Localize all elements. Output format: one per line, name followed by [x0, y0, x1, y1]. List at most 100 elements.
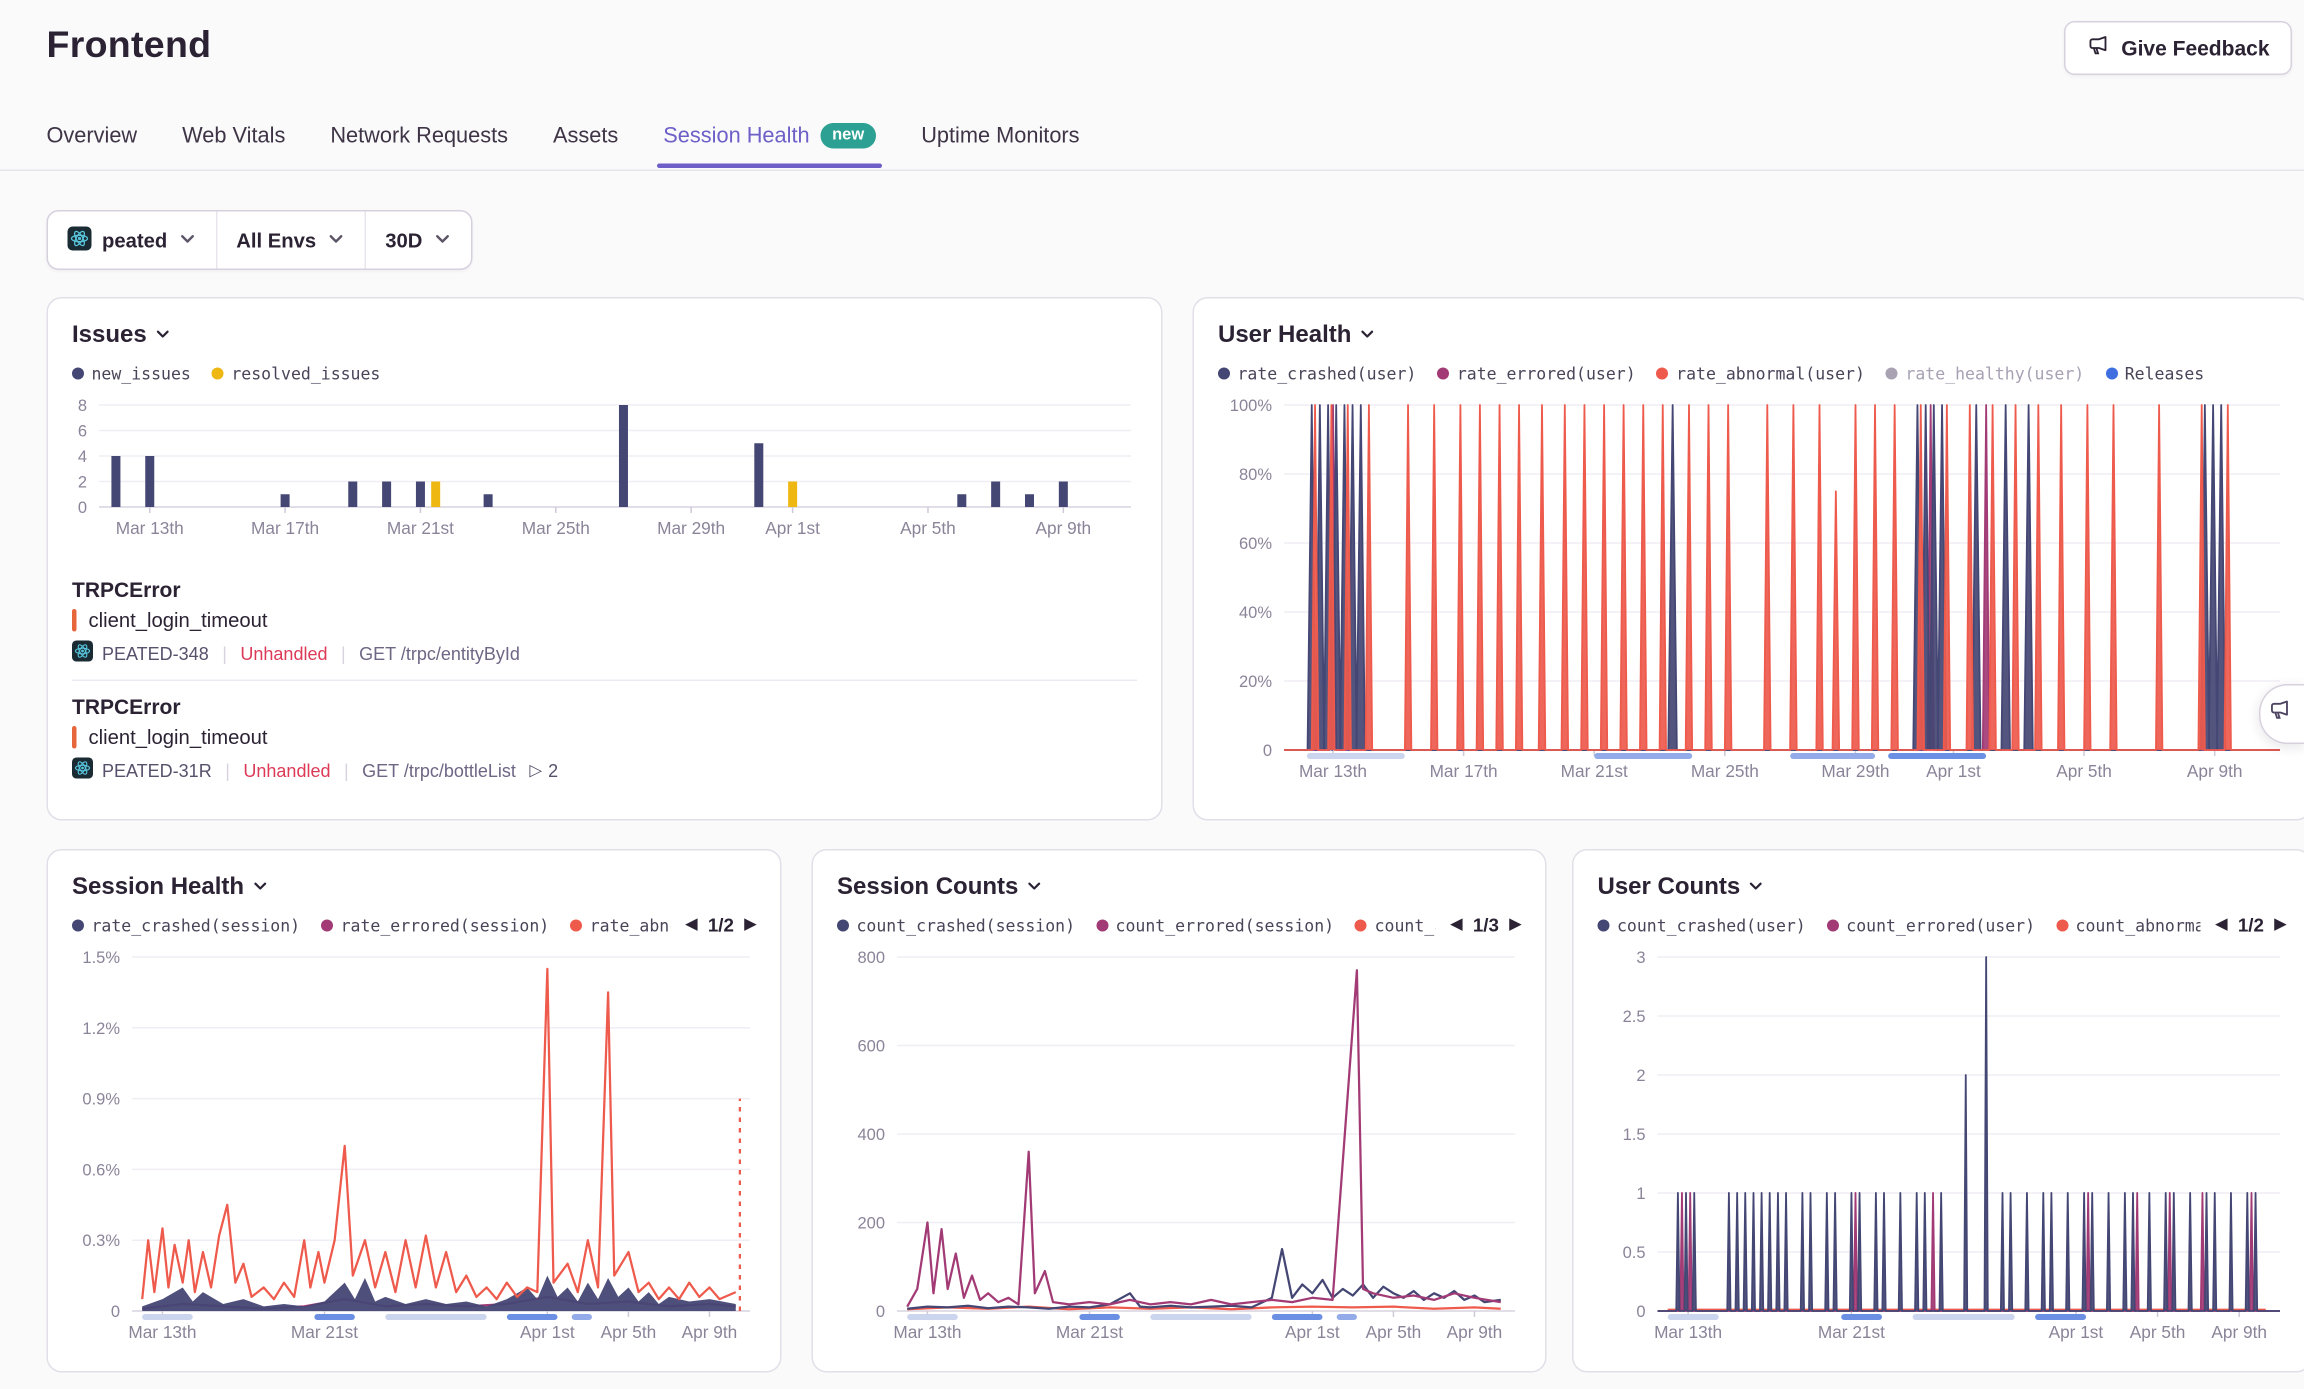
tab-overview[interactable]: Overview [47, 125, 138, 169]
legend-dot [1827, 920, 1839, 932]
chevron-down-icon[interactable] [1359, 323, 1376, 350]
unhandled-badge: Unhandled [240, 643, 327, 664]
chevron-down-icon[interactable] [154, 323, 171, 350]
divider: | [344, 760, 349, 781]
chevron-down-icon[interactable] [1026, 875, 1043, 902]
svg-text:Apr 1st: Apr 1st [1926, 761, 1981, 781]
pager-prev-icon[interactable]: ◀ [1451, 918, 1463, 933]
svg-text:Mar 21st: Mar 21st [1561, 761, 1628, 781]
issue-short-id: PEATED-31R [72, 758, 212, 784]
legend-dot [1355, 920, 1367, 932]
svg-text:3: 3 [1636, 949, 1645, 967]
svg-text:2.5: 2.5 [1623, 1008, 1646, 1026]
issue-row[interactable]: TRPCError client_login_timeout PEATED-31… [72, 680, 1137, 797]
environment-filter[interactable]: All Envs [215, 212, 364, 269]
issue-message[interactable]: client_login_timeout [89, 726, 268, 749]
svg-text:0: 0 [1263, 742, 1272, 760]
user-health-chart: 020%40%60%80%100%Mar 13thMar 17thMar 21s… [1218, 393, 2289, 792]
legend-item[interactable]: new_issues [72, 364, 191, 384]
floating-feedback-button[interactable] [2259, 684, 2304, 744]
legend-dot [72, 920, 84, 932]
date-range-filter[interactable]: 30D [364, 212, 470, 269]
legend-pager: ◀ 1/2 ▶ [686, 915, 756, 936]
issue-short-id: PEATED-348 [72, 641, 209, 667]
pager-next-icon[interactable]: ▶ [2274, 918, 2286, 933]
legend-item[interactable]: rate_crashed(session) [72, 916, 300, 936]
issue-row[interactable]: TRPCError client_login_timeout PEATED-34… [72, 564, 1137, 680]
session-health-legend: rate_crashed(session) rate_errored(sessio… [72, 916, 671, 936]
svg-text:0: 0 [111, 1303, 120, 1321]
session-counts-panel: Session Counts count_crashed(session)cou… [812, 849, 1547, 1373]
issues-chart: 02468Mar 13thMar 17thMar 21stMar 25thMar… [72, 393, 1140, 549]
legend-dot [2105, 368, 2117, 380]
legend-dot [837, 920, 849, 932]
divider: | [225, 760, 230, 781]
session-counts-legend: count_crashed(session) count_errored(sess… [837, 916, 1436, 936]
legend-item[interactable]: rate_abnormal(user) [1657, 364, 1865, 384]
svg-text:Mar 21st: Mar 21st [1056, 1322, 1123, 1342]
tab-session-health[interactable]: Session Healthnew [663, 123, 876, 168]
svg-text:Apr 5th: Apr 5th [2130, 1322, 2186, 1342]
issue-type[interactable]: TRPCError [72, 695, 1137, 719]
tab-label: Web Vitals [182, 125, 285, 149]
legend-item[interactable]: rate_healthy(user) [1886, 364, 2084, 384]
svg-text:0.9%: 0.9% [82, 1091, 120, 1109]
replay-count[interactable]: ▷ 2 [529, 760, 558, 781]
pager-label: 1/2 [2238, 915, 2264, 936]
tab-web-vitals[interactable]: Web Vitals [182, 125, 285, 169]
pager-prev-icon[interactable]: ◀ [686, 918, 698, 933]
svg-text:Mar 17th: Mar 17th [1430, 761, 1498, 781]
svg-text:1.5%: 1.5% [82, 949, 120, 967]
legend-item[interactable]: count_errored(session) [1096, 916, 1334, 936]
project-filter[interactable]: peated [48, 212, 215, 269]
legend-label: count_crashed(session) [857, 916, 1076, 936]
chevron-down-icon[interactable] [1748, 875, 1765, 902]
give-feedback-label: Give Feedback [2121, 36, 2269, 60]
legend-item[interactable]: count_crashed(user) [1598, 916, 1806, 936]
legend-item[interactable]: rate_crashed(user) [1218, 364, 1416, 384]
svg-text:Apr 5th: Apr 5th [601, 1322, 657, 1342]
legend-item[interactable]: count_abnormal(user) [2056, 916, 2201, 936]
page-filter-bar: peated All Envs 30D [47, 210, 472, 270]
svg-text:Mar 13th: Mar 13th [116, 518, 184, 538]
svg-text:4: 4 [78, 448, 87, 466]
error-level-indicator [72, 609, 77, 632]
svg-text:Mar 21st: Mar 21st [387, 518, 454, 538]
legend-item[interactable]: rate_errored(user) [1437, 364, 1635, 384]
tab-bar-divider [0, 170, 2304, 172]
legend-item[interactable]: rate_errored(session) [321, 916, 549, 936]
legend-item[interactable]: Releases [2105, 364, 2204, 384]
svg-text:20%: 20% [1239, 673, 1272, 691]
unhandled-badge: Unhandled [243, 760, 330, 781]
svg-text:400: 400 [857, 1126, 885, 1144]
page-title: Frontend [47, 24, 212, 68]
legend-item[interactable]: count_errored(user) [1827, 916, 2035, 936]
tab-network-requests[interactable]: Network Requests [330, 125, 508, 169]
user-health-legend: rate_crashed(user) rate_errored(user) rate… [1218, 364, 2286, 384]
svg-text:200: 200 [857, 1215, 885, 1233]
legend-item[interactable]: count_crashed(session) [837, 916, 1075, 936]
issue-message[interactable]: client_login_timeout [89, 609, 268, 632]
svg-text:Mar 21st: Mar 21st [291, 1322, 358, 1342]
svg-text:0: 0 [78, 499, 87, 517]
pager-label: 1/3 [1473, 915, 1499, 936]
svg-text:0: 0 [876, 1303, 885, 1321]
legend-item[interactable]: count_abnormal(session) [1355, 916, 1436, 936]
tab-uptime-monitors[interactable]: Uptime Monitors [921, 125, 1079, 169]
issue-type[interactable]: TRPCError [72, 578, 1137, 602]
give-feedback-button[interactable]: Give Feedback [2064, 21, 2292, 75]
tab-assets[interactable]: Assets [553, 125, 618, 169]
legend-dot [212, 368, 224, 380]
pager-next-icon[interactable]: ▶ [744, 918, 756, 933]
svg-text:Apr 1st: Apr 1st [1285, 1322, 1340, 1342]
svg-text:Apr 1st: Apr 1st [520, 1322, 575, 1342]
tab-bar: Overview Web Vitals Network Requests Assets… [47, 123, 1080, 168]
user-counts-panel-title: User Counts [1598, 875, 1741, 902]
chevron-down-icon[interactable] [252, 875, 269, 902]
pager-next-icon[interactable]: ▶ [1509, 918, 1521, 933]
legend-label: rate_healthy(user) [1905, 364, 2084, 384]
svg-text:6: 6 [78, 423, 87, 441]
pager-prev-icon[interactable]: ◀ [2216, 918, 2228, 933]
legend-item[interactable]: rate_abnormal(session) [570, 916, 671, 936]
legend-item[interactable]: resolved_issues [212, 364, 381, 384]
